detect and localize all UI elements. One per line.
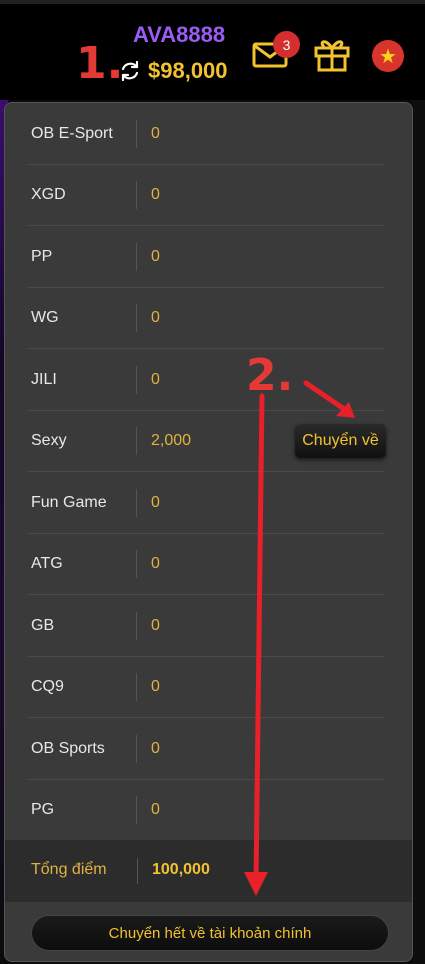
wallet-separator (136, 673, 137, 702)
background-strip-right (413, 100, 425, 964)
username: AVA8888 (133, 22, 226, 47)
wallet-row: OB E-Sport 0 (5, 103, 412, 165)
wallet-name: CQ9 (31, 678, 64, 696)
gift-icon[interactable] (313, 36, 351, 72)
wallet-value: 0 (151, 678, 160, 696)
wallet-separator (136, 365, 137, 394)
wallet-name: WG (31, 309, 59, 327)
wallet-separator (136, 119, 137, 148)
wallet-value: 0 (151, 801, 160, 819)
wallet-row: Fun Game 0 (5, 472, 412, 534)
wallet-dropdown-panel: OB E-Sport 0 XGD 0 PP 0 WG 0 JILI 0 Sexy 2,000 Fun G… (4, 102, 413, 962)
top-divider (0, 0, 425, 4)
wallet-row: JILI 0 (5, 349, 412, 411)
transfer-all-button[interactable]: Chuyển hết về tài khoản chính (31, 915, 389, 951)
wallet-value: 0 (151, 739, 160, 757)
wallet-value: 0 (151, 247, 160, 265)
wallet-value: 0 (151, 555, 160, 573)
total-value: 100,000 (152, 861, 210, 878)
wallet-separator (136, 488, 137, 517)
wallet-separator (136, 611, 137, 640)
wallet-value: 0 (151, 124, 160, 142)
header: 1. AVA8888 $98,000 3 ★ (0, 0, 425, 100)
wallet-separator (136, 304, 137, 333)
wallet-row: ATG 0 (5, 534, 412, 596)
wallet-name: PG (31, 801, 55, 819)
wallet-name: OB E-Sport (31, 124, 113, 142)
wallet-name: GB (31, 616, 55, 634)
transfer-back-button[interactable]: Chuyển về (295, 424, 386, 458)
wallet-separator (136, 734, 137, 763)
wallet-list: OB E-Sport 0 XGD 0 PP 0 WG 0 JILI 0 Sexy 2,000 Fun G… (5, 103, 412, 841)
wallet-value: 0 (151, 186, 160, 204)
wallet-separator (136, 242, 137, 271)
wallet-row: OB Sports 0 (5, 718, 412, 780)
wallet-name: PP (31, 247, 53, 265)
total-separator (137, 858, 138, 884)
wallet-name: ATG (31, 555, 63, 573)
wallet-value: 2,000 (151, 432, 192, 450)
wallet-row: XGD 0 (5, 165, 412, 227)
balance-row: $98,000 (118, 58, 228, 84)
wallet-value: 0 (151, 370, 160, 388)
wallet-row: GB 0 (5, 595, 412, 657)
mail-badge: 3 (273, 31, 300, 58)
annotation-step-2: 2. (246, 350, 294, 401)
wallet-separator (136, 427, 137, 456)
wallet-separator (136, 796, 137, 825)
wallet-name: OB Sports (31, 739, 105, 757)
wallet-name: JILI (31, 370, 57, 388)
wallet-name: Sexy (31, 432, 67, 450)
wallet-separator (136, 181, 137, 210)
total-label: Tổng điểm (31, 861, 107, 878)
balance: $98,000 (148, 58, 228, 83)
total-row: Tổng điểm 100,000 (5, 840, 412, 902)
wallet-row: PP 0 (5, 226, 412, 288)
language-flag-icon[interactable]: ★ (372, 40, 404, 72)
wallet-separator (136, 550, 137, 579)
annotation-step-1: 1. (76, 38, 124, 89)
wallet-name: XGD (31, 186, 66, 204)
wallet-name: Fun Game (31, 493, 107, 511)
refresh-icon[interactable] (118, 59, 142, 83)
wallet-row: PG 0 (5, 780, 412, 842)
wallet-value: 0 (151, 616, 160, 634)
wallet-row: WG 0 (5, 288, 412, 350)
wallet-value: 0 (151, 493, 160, 511)
wallet-row: CQ9 0 (5, 657, 412, 719)
wallet-value: 0 (151, 309, 160, 327)
